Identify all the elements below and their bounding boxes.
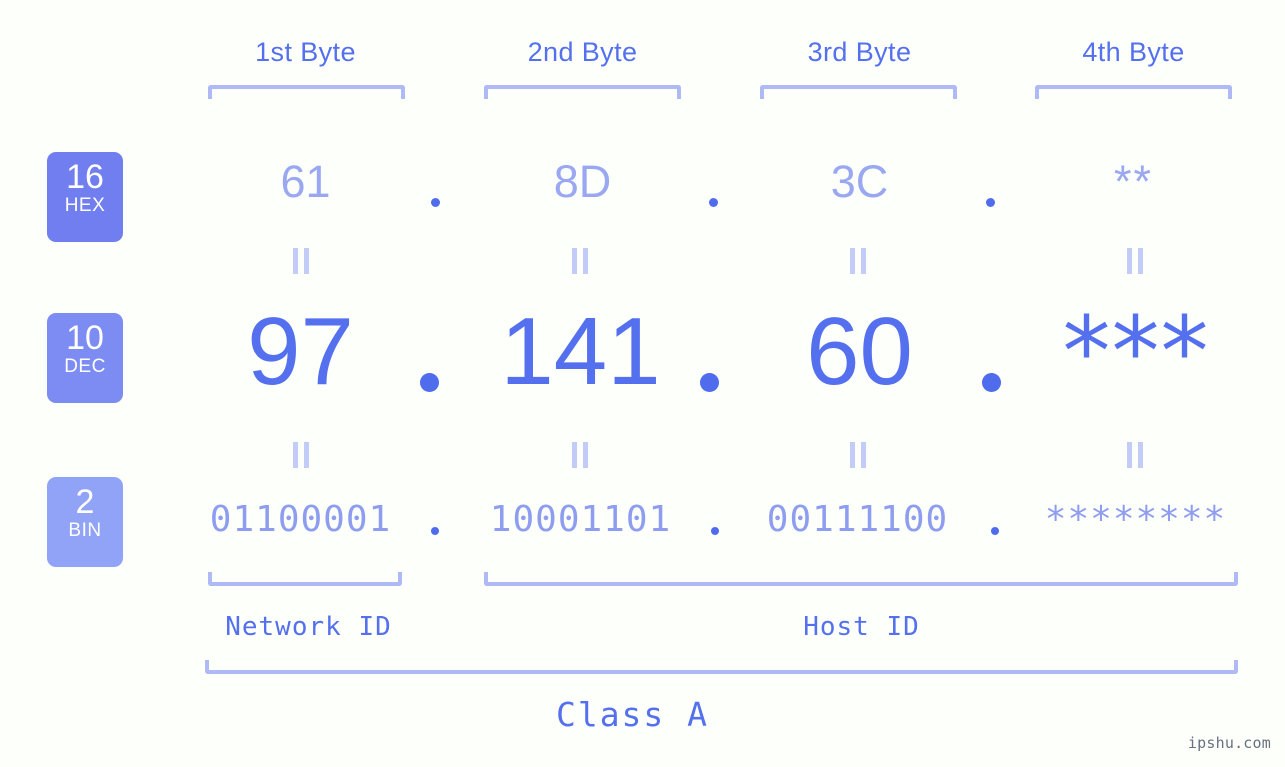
host-id-label: Host ID — [803, 612, 920, 642]
equivalence-mark-hex-dec-2 — [571, 248, 589, 274]
bin-dot-separator-3 — [991, 527, 999, 535]
hex-byte-value-1: 61 — [280, 156, 331, 207]
base-badge-dec: 10 DEC — [47, 313, 123, 403]
byte-bracket-2 — [484, 85, 681, 99]
byte-header-label-3: 3rd Byte — [807, 37, 912, 67]
base-badge-bin: 2 BIN — [47, 477, 123, 567]
bin-byte-value-3: 00111100 — [766, 499, 949, 540]
bin-byte-value-1: 01100001 — [209, 499, 392, 540]
hex-dot-separator-3 — [986, 198, 995, 207]
byte-bracket-3 — [760, 85, 957, 99]
dec-dot-separator-1 — [420, 373, 439, 392]
base-badge-bin-number: 2 — [75, 483, 95, 521]
base-badge-hex: 16 HEX — [47, 152, 123, 242]
hex-byte-value-4: ** — [1113, 156, 1154, 207]
dec-byte-value-3: 60 — [806, 298, 913, 405]
hex-byte-value-3: 3C — [830, 156, 889, 207]
equivalence-mark-dec-bin-4 — [1126, 442, 1144, 468]
base-badge-dec-number: 10 — [66, 319, 104, 357]
hex-dot-separator-1 — [431, 198, 440, 207]
equivalence-mark-hex-dec-3 — [849, 248, 867, 274]
host-id-bracket — [484, 572, 1238, 586]
byte-bracket-4 — [1035, 85, 1232, 99]
bin-byte-value-2: 10001101 — [489, 499, 672, 540]
network-id-bracket — [208, 572, 402, 586]
equivalence-mark-dec-bin-3 — [849, 442, 867, 468]
hex-byte-value-2: 8D — [553, 156, 612, 207]
dec-byte-value-4: *** — [1062, 296, 1210, 408]
dec-dot-separator-3 — [982, 373, 1001, 392]
dec-byte-value-2: 141 — [500, 298, 661, 405]
class-label: Class A — [555, 695, 710, 734]
equivalence-mark-hex-dec-4 — [1126, 248, 1144, 274]
bin-dot-separator-2 — [711, 527, 719, 535]
byte-header-label-2: 2nd Byte — [527, 37, 638, 67]
equivalence-mark-dec-bin-2 — [571, 442, 589, 468]
bin-dot-separator-1 — [431, 527, 439, 535]
hex-dot-separator-2 — [709, 198, 718, 207]
class-bracket — [205, 660, 1238, 674]
network-id-label: Network ID — [225, 612, 392, 642]
equivalence-mark-hex-dec-1 — [292, 248, 310, 274]
ip-byte-breakdown-diagram: 1st Byte 2nd Byte 3rd Byte 4th Byte 16 H… — [0, 0, 1285, 767]
bin-byte-value-4: ******** — [1044, 499, 1227, 540]
byte-header-label-1: 1st Byte — [255, 37, 356, 67]
byte-header-label-4: 4th Byte — [1082, 37, 1185, 67]
base-badge-bin-name: BIN — [68, 520, 102, 541]
base-badge-dec-name: DEC — [64, 356, 106, 377]
base-badge-hex-number: 16 — [66, 158, 104, 196]
dec-dot-separator-2 — [700, 373, 719, 392]
byte-bracket-1 — [208, 85, 405, 99]
equivalence-mark-dec-bin-1 — [292, 442, 310, 468]
dec-byte-value-1: 97 — [247, 298, 354, 405]
base-badge-hex-name: HEX — [64, 195, 106, 216]
watermark: ipshu.com — [1187, 734, 1271, 752]
